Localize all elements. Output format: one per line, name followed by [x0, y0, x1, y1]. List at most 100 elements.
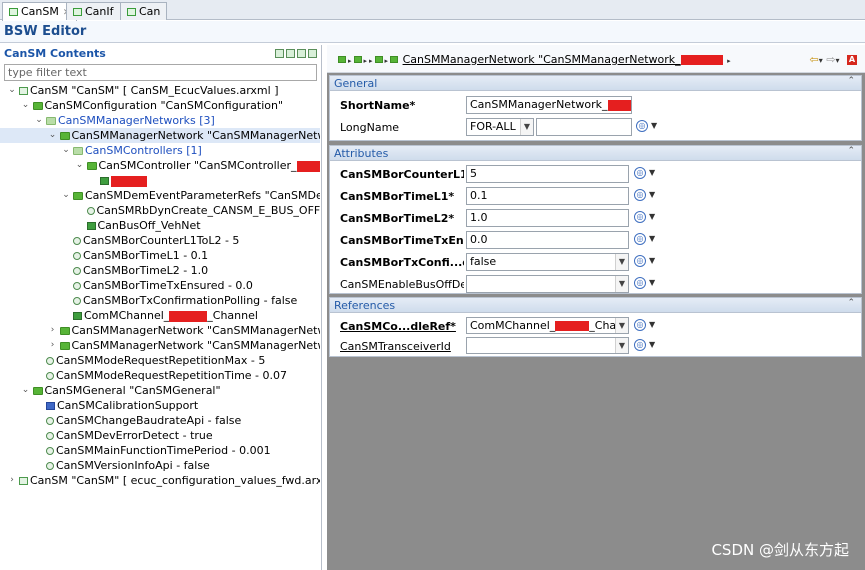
attribute-field[interactable]: 0.0: [466, 231, 629, 249]
tree-item[interactable]: CanSMCalibrationSupport: [0, 398, 198, 413]
link-editor-icon[interactable]: [286, 49, 295, 58]
field-menu-icon[interactable]: ▼: [649, 278, 655, 287]
field-menu-icon[interactable]: ▼: [649, 190, 655, 199]
general-section-title: General: [334, 77, 378, 90]
expand-open-icon[interactable]: ⌄: [62, 143, 70, 158]
tree-item[interactable]: CanSMMainFunctionTimePeriod - 0.001: [0, 443, 271, 458]
help-icon[interactable]: ◎: [636, 120, 648, 132]
expand-open-icon[interactable]: ⌄: [35, 113, 43, 128]
tree-item[interactable]: ⌄ CanSMDemEventParameterRefs "CanSMDemEve: [0, 188, 320, 203]
tree-item[interactable]: › CanSMManagerNetwork "CanSMManagerNetwor…: [0, 338, 320, 353]
help-icon[interactable]: ◎: [634, 255, 646, 267]
tree-item[interactable]: CanSMBorCounterL1ToL2 - 5: [0, 233, 239, 248]
tree-item[interactable]: ⌄ CanSMControllers [1]: [0, 143, 202, 158]
help-icon[interactable]: ◎: [634, 319, 646, 331]
attribute-label: CanSMBorTimeL2*: [340, 212, 455, 225]
field-menu-icon[interactable]: ▼: [651, 121, 657, 130]
language-value: FOR-ALL: [470, 120, 516, 133]
tree-item[interactable]: CanSMBorTimeTxEnsured - 0.0: [0, 278, 253, 293]
field-menu-icon[interactable]: ▼: [649, 340, 655, 349]
tree-item[interactable]: CanBusOff_VehNet: [0, 218, 201, 233]
tree-item[interactable]: CanSMVersionInfoApi - false: [0, 458, 210, 473]
tree-item-label: CanSMMainFunctionTimePeriod - 0.001: [56, 444, 271, 457]
tree-item[interactable]: ComMChannel_ _Channel: [0, 308, 258, 323]
forward-menu-icon[interactable]: ▾: [835, 56, 839, 65]
expand-open-icon[interactable]: ⌄: [22, 383, 30, 398]
attribute-select[interactable]: ▼: [466, 275, 629, 293]
expand-open-icon[interactable]: ⌄: [62, 188, 70, 203]
parameter-icon: [73, 252, 81, 260]
tree-item[interactable]: ⌄CanSMController "CanSMController_": [0, 158, 320, 173]
language-select[interactable]: FOR-ALL ▼: [466, 118, 534, 136]
expand-closed-icon[interactable]: ›: [49, 338, 57, 353]
filter-input[interactable]: [4, 64, 317, 81]
collapse-icon[interactable]: ⌃: [847, 76, 855, 86]
back-menu-icon[interactable]: ▾: [819, 56, 823, 65]
tree-item[interactable]: CanSMDevErrorDetect - true: [0, 428, 213, 443]
tree-item[interactable]: ⌄ CanSM "CanSM" [ CanSM_EcucValues.arxml …: [0, 83, 278, 98]
tree-item[interactable]: CanSMChangeBaudrateApi - false: [0, 413, 241, 428]
help-icon[interactable]: ◎: [634, 189, 646, 201]
expand-closed-icon[interactable]: ›: [49, 323, 57, 338]
shortname-field[interactable]: CanSMManagerNetwork_: [466, 96, 632, 114]
field-menu-icon[interactable]: ▼: [649, 234, 655, 243]
field-menu-icon[interactable]: ▼: [649, 168, 655, 177]
collapse-icon[interactable]: ⌃: [847, 146, 855, 156]
tree-item[interactable]: CanSMBorTxConfirmationPolling - false: [0, 293, 297, 308]
folder-icon[interactable]: [374, 56, 383, 63]
tab-canif[interactable]: CanIf: [66, 2, 121, 20]
attribute-select[interactable]: false ▼: [466, 253, 629, 271]
tree-item[interactable]: ⌄ CanSMManagerNetworks [3]: [0, 113, 215, 128]
field-menu-icon[interactable]: ▼: [649, 320, 655, 329]
folder-icon: [32, 387, 43, 395]
tree-item[interactable]: CanSMRbDynCreate_CANSM_E_BUS_OFF - Di: [0, 203, 320, 218]
attributes-section-header[interactable]: Attributes ⌃: [330, 146, 861, 161]
reference-label[interactable]: CanSMCo...dleRef*: [340, 320, 464, 333]
field-menu-icon[interactable]: ▼: [649, 212, 655, 221]
help-icon[interactable]: ◎: [634, 277, 646, 289]
collapse-all-icon[interactable]: [275, 49, 284, 58]
tree-item[interactable]: [0, 173, 147, 188]
collapse-icon[interactable]: ⌃: [847, 298, 855, 308]
tab-can[interactable]: Can: [120, 2, 168, 20]
watermark: CSDN @剑从东方起: [711, 541, 849, 559]
field-menu-icon[interactable]: ▼: [649, 256, 655, 265]
view-menu-icon[interactable]: [308, 49, 317, 58]
error-icon[interactable]: A: [847, 55, 857, 65]
reference-row: CanSMTransceiverId ▼ ◎ ▼: [340, 337, 860, 357]
help-icon[interactable]: ◎: [634, 211, 646, 223]
tree-item[interactable]: › CanSM "CanSM" [ ecuc_configuration_valu…: [0, 473, 320, 488]
tree-item[interactable]: › CanSMManagerNetwork "CanSMManagerNetwor…: [0, 323, 320, 338]
reference-select[interactable]: ▼: [466, 337, 629, 354]
reference-label[interactable]: CanSMTransceiverId: [340, 340, 464, 353]
attribute-field[interactable]: 5: [466, 165, 629, 183]
help-icon[interactable]: ◎: [634, 167, 646, 179]
expand-open-icon[interactable]: ⌄: [8, 83, 16, 98]
editor-title: BSW Editor: [4, 24, 87, 39]
tree-item[interactable]: CanSMModeRequestRepetitionMax - 5: [0, 353, 265, 368]
tree-item[interactable]: ⌄ CanSMManagerNetwork "CanSMManagerNetwor…: [0, 128, 320, 143]
references-section-header[interactable]: References ⌃: [330, 298, 861, 313]
breadcrumb-current[interactable]: CanSMManagerNetwork "CanSMManagerNetwork…: [403, 53, 681, 66]
tree-item[interactable]: CanSMBorTimeL1 - 0.1: [0, 248, 208, 263]
longname-field[interactable]: [536, 118, 632, 136]
help-icon[interactable]: ◎: [634, 233, 646, 245]
tree-item[interactable]: ⌄ CanSMConfiguration "CanSMConfiguration": [0, 98, 283, 113]
back-icon[interactable]: ⇦: [810, 53, 819, 66]
folder-icon[interactable]: [353, 56, 362, 63]
reference-select[interactable]: ComMChannel_ _Chann ▼: [466, 317, 629, 334]
expand-open-icon[interactable]: ⌄: [76, 158, 84, 173]
expand-open-icon[interactable]: ⌄: [49, 128, 57, 143]
tree-item[interactable]: CanSMBorTimeL2 - 1.0: [0, 263, 208, 278]
tree-item-label: CanSMBorTimeTxEnsured - 0.0: [83, 279, 253, 292]
tree-item[interactable]: ⌄ CanSMGeneral "CanSMGeneral": [0, 383, 221, 398]
tree-item[interactable]: CanSMModeRequestRepetitionTime - 0.07: [0, 368, 287, 383]
general-section-header[interactable]: General ⌃: [330, 76, 861, 91]
attribute-field[interactable]: 1.0: [466, 209, 629, 227]
expand-closed-icon[interactable]: ›: [8, 473, 16, 488]
filter-icon[interactable]: [297, 49, 306, 58]
help-icon[interactable]: ◎: [634, 339, 646, 351]
attribute-field[interactable]: 0.1: [466, 187, 629, 205]
folder-icon[interactable]: [338, 56, 346, 63]
expand-open-icon[interactable]: ⌄: [22, 98, 30, 113]
